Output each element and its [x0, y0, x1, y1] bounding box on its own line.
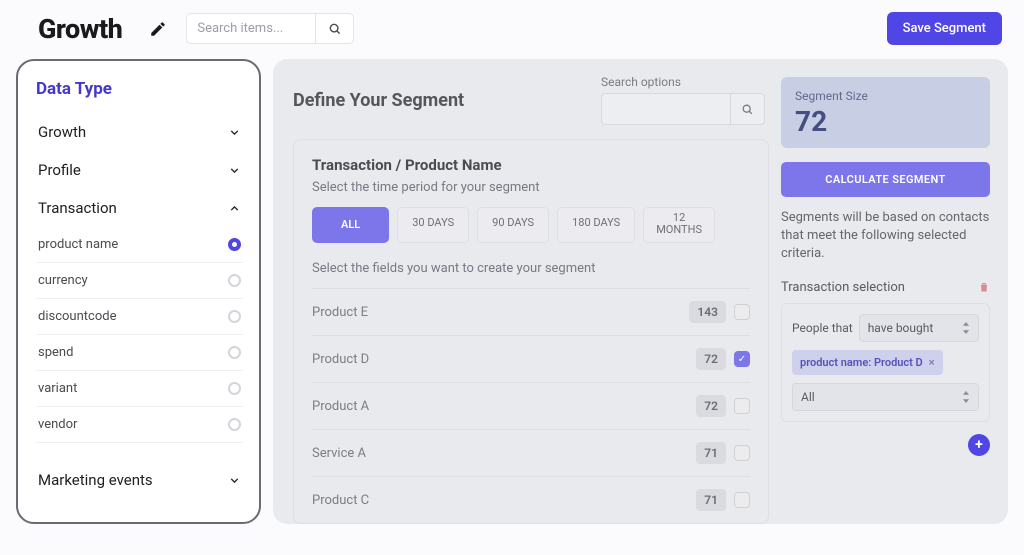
search-input[interactable] [186, 13, 316, 44]
sidebar-item-currency[interactable]: currency [36, 263, 243, 299]
select-arrows-icon [962, 391, 970, 403]
sidebar-group-label: Growth [38, 123, 86, 141]
field-count: 71 [696, 442, 726, 464]
sidebar-group-label: Profile [38, 161, 81, 179]
calculate-segment-button[interactable]: CALCULATE SEGMENT [781, 162, 990, 197]
people-select[interactable]: have bought [859, 314, 979, 342]
search-button[interactable] [316, 13, 354, 44]
field-count: 71 [696, 489, 726, 511]
field-checkbox[interactable] [734, 445, 750, 461]
define-segment-title: Define Your Segment [293, 90, 464, 111]
field-count: 72 [696, 348, 726, 370]
radio-icon [228, 310, 241, 323]
all-select[interactable]: All [792, 383, 979, 411]
filter-tag: product name: Product D × [792, 350, 943, 375]
selection-title: Transaction selection [781, 280, 905, 295]
segment-size-value: 72 [795, 105, 976, 138]
sidebar-group-growth[interactable]: Growth [36, 113, 243, 151]
edit-icon[interactable] [148, 19, 168, 39]
field-name: Service A [312, 446, 366, 461]
segment-size-box: Segment Size 72 [781, 77, 990, 148]
sidebar-item-label: vendor [38, 417, 77, 432]
segment-size-label: Segment Size [795, 89, 976, 103]
radio-icon [228, 418, 241, 431]
sidebar-item-label: product name [38, 237, 118, 252]
field-checkbox[interactable] [734, 492, 750, 508]
chip-180-days[interactable]: 180 DAYS [557, 207, 635, 243]
sidebar-item-label: spend [38, 345, 73, 360]
select-arrows-icon [962, 322, 970, 334]
field-checkbox[interactable] [734, 398, 750, 414]
sidebar-data-type: Data Type Growth Profile Transaction pro… [16, 59, 261, 524]
field-row: Product D 72 ✓ [312, 335, 750, 382]
field-count: 72 [696, 395, 726, 417]
sidebar-group-profile[interactable]: Profile [36, 151, 243, 189]
field-row: Service A 71 [312, 429, 750, 476]
radio-icon [228, 382, 241, 395]
field-checkbox[interactable] [734, 304, 750, 320]
field-row: Product E 143 [312, 288, 750, 335]
chip-90-days[interactable]: 90 DAYS [477, 207, 549, 243]
sidebar-item-vendor[interactable]: vendor [36, 407, 243, 443]
field-name: Product A [312, 399, 369, 414]
sidebar-item-label: variant [38, 381, 77, 396]
field-count: 143 [689, 301, 726, 323]
time-period-label: Select the time period for your segment [312, 180, 750, 195]
field-name: Product D [312, 352, 369, 367]
radio-selected-icon [228, 238, 241, 251]
sidebar-group-transaction[interactable]: Transaction [36, 189, 243, 227]
trash-icon[interactable] [978, 281, 990, 293]
sidebar-item-label: currency [38, 273, 88, 288]
field-checkbox-checked[interactable]: ✓ [734, 351, 750, 367]
search-options-label: Search options [601, 75, 765, 89]
chevron-down-icon [227, 163, 241, 177]
sidebar-group-label: Marketing events [38, 471, 153, 489]
remove-tag-icon[interactable]: × [929, 356, 935, 369]
field-row: Product A 72 [312, 382, 750, 429]
fields-label: Select the fields you want to create you… [312, 261, 750, 276]
search-icon [741, 103, 754, 116]
search-options-button[interactable] [731, 93, 765, 125]
filter-tag-text: product name: Product D [800, 356, 923, 369]
sidebar-group-label: Transaction [38, 199, 117, 217]
radio-icon [228, 274, 241, 287]
sidebar-item-discountcode[interactable]: discountcode [36, 299, 243, 335]
chevron-up-icon [227, 201, 241, 215]
sidebar-group-marketing-events[interactable]: Marketing events [36, 461, 243, 499]
field-name: Product E [312, 305, 368, 320]
chip-30-days[interactable]: 30 DAYS [397, 207, 469, 243]
page-title: Growth [38, 13, 122, 45]
sidebar-item-spend[interactable]: spend [36, 335, 243, 371]
radio-icon [228, 346, 241, 359]
save-segment-button[interactable]: Save Segment [887, 12, 1002, 45]
search-options-input[interactable] [601, 93, 731, 125]
sidebar-item-variant[interactable]: variant [36, 371, 243, 407]
chevron-down-icon [227, 473, 241, 487]
chip-12-months[interactable]: 12 MONTHS [643, 207, 715, 243]
sidebar-item-product-name[interactable]: product name [36, 227, 243, 263]
sidebar-item-label: discountcode [38, 309, 116, 324]
chip-all[interactable]: ALL [312, 207, 389, 243]
people-label: People that [792, 321, 853, 335]
chevron-down-icon [227, 125, 241, 139]
card-title: Transaction / Product Name [312, 156, 750, 174]
sidebar-title: Data Type [36, 79, 243, 99]
criteria-help-text: Segments will be based on contacts that … [781, 209, 990, 264]
search-icon [328, 22, 342, 36]
field-row: Product C 71 [312, 476, 750, 523]
field-name: Product C [312, 493, 369, 508]
segment-card: Transaction / Product Name Select the ti… [293, 139, 769, 524]
selection-card: People that have bought product name: Pr… [781, 303, 990, 422]
add-criteria-button[interactable]: + [968, 434, 990, 456]
